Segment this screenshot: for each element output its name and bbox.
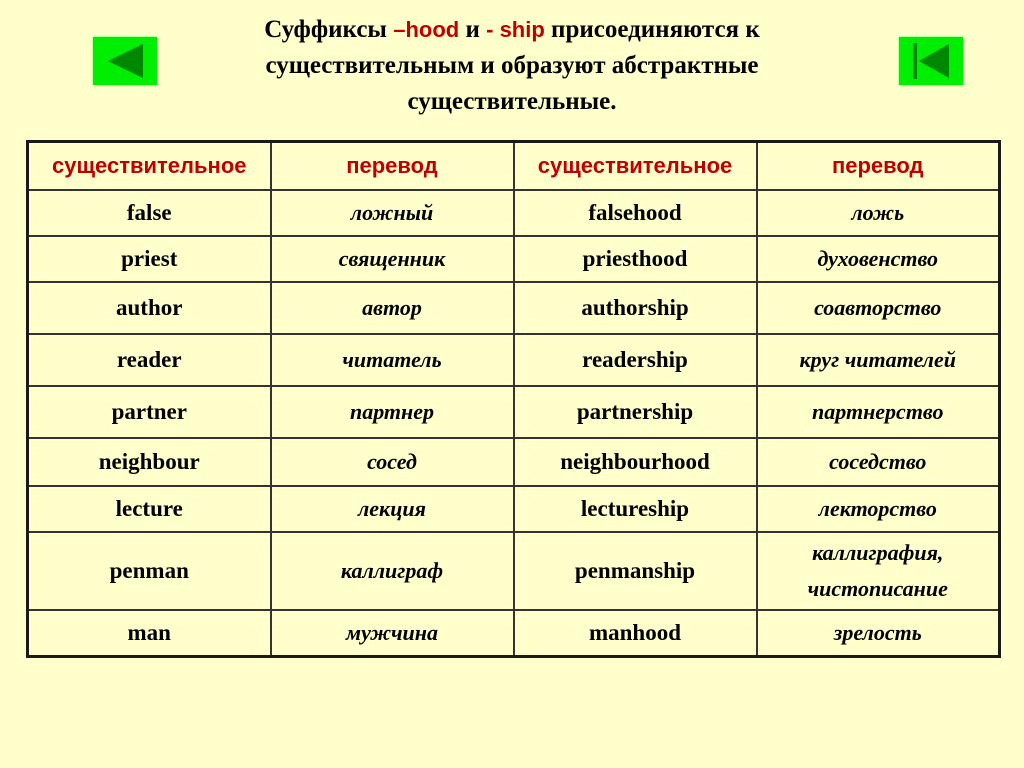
table-row: author автор authorship соавторство xyxy=(26,281,1001,335)
noun-cell: lecture xyxy=(26,485,272,533)
first-slide-button[interactable] xyxy=(899,37,963,85)
noun-translation-cell: мужчина xyxy=(269,609,515,657)
header-derived-translation: перевод xyxy=(755,140,1001,191)
derived-translation-cell: соседство xyxy=(755,437,1001,487)
noun-translation-cell: ложный xyxy=(269,189,515,237)
derived-translation-cell: партнерство xyxy=(755,385,1001,439)
derived-noun-cell: falsehood xyxy=(512,189,758,237)
noun-cell: priest xyxy=(26,235,272,283)
triangle-left-icon xyxy=(108,44,143,78)
table-row: man мужчина manhood зрелость xyxy=(26,609,1001,657)
noun-cell: neighbour xyxy=(26,437,272,487)
suffix-table: существительное перевод существительное … xyxy=(26,140,1001,658)
derived-translation-cell: каллиграфия, чистописание xyxy=(755,531,1001,611)
noun-cell: false xyxy=(26,189,272,237)
table-row: false ложный falsehood ложь xyxy=(26,189,1001,237)
title-part1: Суффиксы xyxy=(264,16,394,43)
derived-noun-cell: authorship xyxy=(512,281,758,335)
suffix-hood: –hood xyxy=(393,17,460,42)
header-translation: перевод xyxy=(269,140,515,191)
noun-translation-cell: священник xyxy=(269,235,515,283)
derived-translation-cell: круг читателей xyxy=(755,333,1001,387)
table-row: penman каллиграф penmanship каллиграфия, чи… xyxy=(26,531,1001,611)
derived-translation-cell: зрелость xyxy=(755,609,1001,657)
noun-cell: reader xyxy=(26,333,272,387)
derived-noun-cell: penmanship xyxy=(512,531,758,611)
table-row: partner партнер partnership партнерство xyxy=(26,385,1001,439)
back-button[interactable] xyxy=(93,37,157,85)
header-noun: существительное xyxy=(26,140,272,191)
suffix-ship: - ship xyxy=(486,17,545,42)
noun-cell: author xyxy=(26,281,272,335)
table-row: priest священник priesthood духовенство xyxy=(26,235,1001,283)
table-row: lecture лекция lectureship лекторство xyxy=(26,485,1001,533)
noun-cell: partner xyxy=(26,385,272,439)
derived-noun-cell: priesthood xyxy=(512,235,758,283)
derived-noun-cell: lectureship xyxy=(512,485,758,533)
derived-translation-cell: духовенство xyxy=(755,235,1001,283)
noun-translation-cell: автор xyxy=(269,281,515,335)
slide-title: Суффиксы –hood и - ship присоединяются к… xyxy=(200,12,824,120)
noun-translation-cell: сосед xyxy=(269,437,515,487)
table-row: reader читатель readership круг читателей xyxy=(26,333,1001,387)
title-part2: и xyxy=(459,16,487,43)
noun-cell: penman xyxy=(26,531,272,611)
noun-translation-cell: читатель xyxy=(269,333,515,387)
noun-translation-cell: лекция xyxy=(269,485,515,533)
table-row: neighbour сосед neighbourhood соседство xyxy=(26,437,1001,487)
noun-cell: man xyxy=(26,609,272,657)
noun-translation-cell: партнер xyxy=(269,385,515,439)
derived-translation-cell: соавторство xyxy=(755,281,1001,335)
noun-translation-cell: каллиграф xyxy=(269,531,515,611)
header-row: существительное перевод существительное … xyxy=(26,140,1001,191)
derived-noun-cell: partnership xyxy=(512,385,758,439)
header-derived-noun: существительное xyxy=(512,140,758,191)
skip-to-start-icon xyxy=(913,43,949,79)
derived-translation-cell: лекторство xyxy=(755,485,1001,533)
derived-translation-cell: ложь xyxy=(755,189,1001,237)
derived-noun-cell: manhood xyxy=(512,609,758,657)
derived-noun-cell: neighbourhood xyxy=(512,437,758,487)
derived-noun-cell: readership xyxy=(512,333,758,387)
